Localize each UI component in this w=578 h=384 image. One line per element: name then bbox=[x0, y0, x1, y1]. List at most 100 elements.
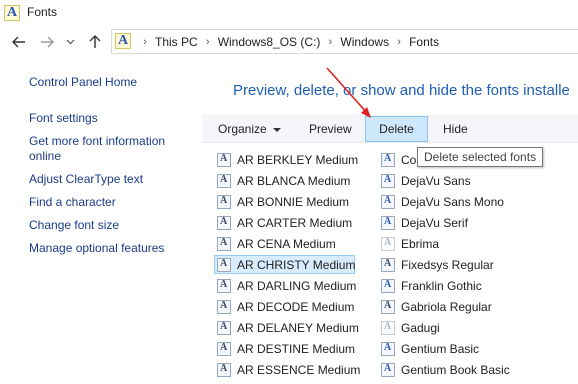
font-file-icon: A bbox=[381, 341, 395, 356]
font-item[interactable]: A AR BONNIE Medium bbox=[217, 192, 349, 211]
font-item[interactable]: A AR BLANCA Medium bbox=[217, 171, 350, 190]
font-name: AR CHRISTY Medium bbox=[237, 257, 356, 272]
font-name: AR BONNIE Medium bbox=[237, 194, 350, 209]
font-settings-link[interactable]: Font settings bbox=[29, 111, 98, 126]
font-name: Franklin Gothic bbox=[401, 278, 482, 293]
caret-down-icon bbox=[272, 127, 281, 132]
font-file-icon: A bbox=[381, 299, 395, 314]
font-name: AR BERKLEY Medium bbox=[237, 152, 359, 167]
fonts-folder-icon: A bbox=[115, 33, 131, 49]
font-file-icon: A bbox=[381, 362, 395, 377]
font-item[interactable]: A AR DARLING Medium bbox=[217, 276, 356, 295]
forward-arrow-icon[interactable] bbox=[37, 32, 57, 52]
address-bar[interactable]: A › This PC › Windows8_OS (C:) › Windows… bbox=[111, 29, 578, 54]
chevron-right-icon[interactable]: › bbox=[392, 36, 406, 48]
font-file-icon: A bbox=[217, 236, 231, 251]
font-item[interactable]: A Gentium Basic bbox=[381, 339, 479, 358]
recent-locations-chevron-icon[interactable] bbox=[60, 32, 80, 52]
chevron-right-icon[interactable]: › bbox=[201, 36, 215, 48]
delete-button[interactable]: Delete bbox=[365, 116, 428, 142]
font-item[interactable]: A DejaVu Sans Mono bbox=[381, 192, 504, 211]
font-name: Fixedsys Regular bbox=[401, 257, 494, 272]
font-item[interactable]: A Gabriola Regular bbox=[381, 297, 492, 316]
font-item[interactable]: A Gadugi bbox=[381, 318, 440, 337]
font-file-icon: A bbox=[217, 257, 231, 272]
font-item[interactable]: A AR CENA Medium bbox=[217, 234, 336, 253]
font-file-icon: A bbox=[217, 173, 231, 188]
font-item[interactable]: A Ebrima bbox=[381, 234, 439, 253]
font-name: DejaVu Sans Mono bbox=[401, 194, 504, 209]
navigation-bar: A › This PC › Windows8_OS (C:) › Windows… bbox=[0, 29, 578, 55]
preview-label: Preview bbox=[309, 122, 352, 136]
font-file-icon: A bbox=[381, 236, 395, 251]
font-name: AR DECODE Medium bbox=[237, 299, 355, 314]
delete-tooltip: Delete selected fonts bbox=[417, 147, 544, 167]
command-toolbar: Organize Preview Delete Hide bbox=[202, 115, 578, 143]
font-file-icon: A bbox=[381, 320, 395, 335]
font-item[interactable]: A Fixedsys Regular bbox=[381, 255, 494, 274]
font-file-icon: A bbox=[217, 278, 231, 293]
font-name: Gentium Basic bbox=[401, 341, 480, 356]
fonts-folder-icon: A bbox=[4, 5, 20, 21]
left-pane: Control Panel Home Font settings Get mor… bbox=[0, 56, 198, 384]
window-title: Fonts bbox=[27, 5, 58, 19]
hide-button[interactable]: Hide bbox=[443, 116, 468, 142]
organize-button[interactable]: Organize bbox=[218, 116, 281, 142]
hide-label: Hide bbox=[443, 122, 468, 136]
font-item[interactable]: A AR CARTER Medium bbox=[217, 213, 352, 232]
font-file-icon: A bbox=[217, 362, 231, 377]
preview-button[interactable]: Preview bbox=[309, 116, 352, 142]
change-font-size-link[interactable]: Change font size bbox=[29, 218, 119, 233]
font-file-icon: A bbox=[381, 278, 395, 293]
font-item[interactable]: A AR BERKLEY Medium bbox=[217, 150, 358, 169]
breadcrumb-drive[interactable]: Windows8_OS (C:) bbox=[218, 35, 321, 49]
breadcrumb: › This PC › Windows8_OS (C:) › Windows ›… bbox=[135, 35, 439, 49]
organize-label: Organize bbox=[218, 122, 267, 136]
manage-optional-features-link[interactable]: Manage optional features bbox=[29, 241, 164, 256]
font-file-icon: A bbox=[381, 257, 395, 272]
breadcrumb-windows[interactable]: Windows bbox=[340, 35, 389, 49]
font-name: AR DARLING Medium bbox=[237, 278, 357, 293]
font-item[interactable]: A Gentium Book Basic bbox=[381, 360, 510, 379]
font-name: AR CENA Medium bbox=[237, 236, 336, 251]
font-file-icon: A bbox=[381, 152, 395, 167]
font-name: Ebrima bbox=[401, 236, 440, 251]
title-bar: A Fonts bbox=[0, 0, 578, 26]
font-name: AR DESTINE Medium bbox=[237, 341, 356, 356]
font-name: AR BLANCA Medium bbox=[237, 173, 351, 188]
font-file-icon: A bbox=[381, 215, 395, 230]
font-item[interactable]: A DejaVu Serif bbox=[381, 213, 468, 232]
breadcrumb-this-pc[interactable]: This PC bbox=[155, 35, 198, 49]
font-item[interactable]: A Franklin Gothic bbox=[381, 276, 482, 295]
font-file-icon: A bbox=[217, 299, 231, 314]
breadcrumb-fonts[interactable]: Fonts bbox=[409, 35, 439, 49]
font-name: AR ESSENCE Medium bbox=[237, 362, 361, 377]
font-file-icon: A bbox=[217, 215, 231, 230]
font-list: A AR BERKLEY Medium A AR BLANCA Medium A… bbox=[202, 150, 578, 384]
font-name: Gentium Book Basic bbox=[401, 362, 510, 377]
font-file-icon: A bbox=[217, 320, 231, 335]
font-item[interactable]: A AR ESSENCE Medium bbox=[217, 360, 360, 379]
find-a-character-link[interactable]: Find a character bbox=[29, 195, 116, 210]
control-panel-home-link[interactable]: Control Panel Home bbox=[29, 75, 137, 90]
font-item[interactable]: A AR DECODE Medium bbox=[217, 297, 354, 316]
adjust-cleartype-link[interactable]: Adjust ClearType text bbox=[29, 172, 143, 187]
chevron-right-icon[interactable]: › bbox=[138, 36, 152, 48]
get-more-font-info-link[interactable]: Get more font information online bbox=[29, 134, 179, 164]
font-file-icon: A bbox=[381, 194, 395, 209]
back-arrow-icon[interactable] bbox=[9, 32, 29, 52]
font-item[interactable]: A Co bbox=[381, 150, 416, 169]
font-name: Gabriola Regular bbox=[401, 299, 492, 314]
chevron-right-icon[interactable]: › bbox=[323, 36, 337, 48]
font-file-icon: A bbox=[217, 194, 231, 209]
font-name: Co bbox=[401, 152, 417, 167]
up-arrow-icon[interactable] bbox=[85, 32, 105, 52]
font-item[interactable]: A DejaVu Sans bbox=[381, 171, 471, 190]
delete-label: Delete bbox=[379, 122, 414, 136]
font-item[interactable]: A AR DELANEY Medium bbox=[217, 318, 359, 337]
font-item-selected[interactable]: A AR CHRISTY Medium bbox=[214, 255, 355, 274]
font-file-icon: A bbox=[217, 152, 231, 167]
font-item[interactable]: A AR DESTINE Medium bbox=[217, 339, 355, 358]
font-name: DejaVu Sans bbox=[401, 173, 471, 188]
font-file-icon: A bbox=[217, 341, 231, 356]
